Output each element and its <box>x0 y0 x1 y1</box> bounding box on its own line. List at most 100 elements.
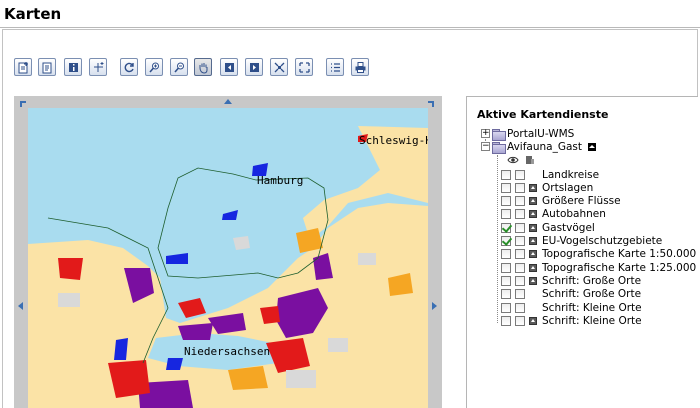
info-icon <box>68 62 78 72</box>
forward-button[interactable] <box>245 58 263 76</box>
move-up-icon[interactable] <box>529 263 537 272</box>
pan-east-arrow[interactable] <box>432 302 437 310</box>
layer-row: Schrift: Kleine Orte <box>501 314 642 327</box>
move-up-icon[interactable] <box>529 183 537 192</box>
move-up-icon[interactable] <box>587 142 596 151</box>
layer-label: Topografische Karte 1:50.000 <box>542 248 697 261</box>
arrow-right-icon <box>249 62 259 72</box>
eye-icon <box>507 156 519 163</box>
zoom-extent-button[interactable] <box>295 58 313 76</box>
layer-query-checkbox[interactable] <box>515 262 525 273</box>
layer-query-checkbox[interactable] <box>515 275 525 286</box>
layer-query-checkbox[interactable] <box>515 289 525 300</box>
pan-west-arrow[interactable] <box>18 302 23 310</box>
service-label: Avifauna_Gast <box>507 140 582 153</box>
layer-query-checkbox[interactable] <box>515 222 525 233</box>
zoom-full-button[interactable] <box>270 58 288 76</box>
layer-row: Landkreise <box>501 168 599 181</box>
expand-arrows-icon <box>298 61 310 73</box>
layer-query-checkbox[interactable] <box>515 249 525 260</box>
printer-icon <box>355 61 365 73</box>
layer-row: Schrift: Große Orte <box>501 288 641 301</box>
layer-query-checkbox[interactable] <box>515 196 525 207</box>
service-item-portalu[interactable]: + PortalU-WMS <box>481 127 575 141</box>
layer-row: Autobahnen <box>501 208 606 221</box>
move-up-icon[interactable] <box>529 237 537 245</box>
layer-visible-checkbox[interactable] <box>501 182 511 193</box>
layer-query-checkbox[interactable] <box>515 169 525 180</box>
layer-visible-checkbox[interactable] <box>501 315 511 326</box>
print-button[interactable] <box>351 58 369 76</box>
edit-service-button[interactable] <box>38 58 56 76</box>
layer-label: EU-Vogelschutzgebiete <box>542 235 663 247</box>
folder-open-icon <box>492 141 506 154</box>
layer-label: Topografische Karte 1:25.000 <box>542 261 697 274</box>
layer-label: Schrift: Kleine Orte <box>542 314 642 327</box>
info-button[interactable] <box>64 58 82 76</box>
edit-document-icon <box>42 62 51 73</box>
map-viewer[interactable]: Schleswig-H Hamburg Niedersachsen <box>14 96 442 408</box>
layer-label: Autobahnen <box>542 208 606 221</box>
service-item-avifauna[interactable]: − Avifauna_Gast <box>481 140 596 154</box>
back-button[interactable] <box>220 58 238 76</box>
refresh-button[interactable] <box>120 58 138 76</box>
layer-row: Topografische Karte 1:50.000 <box>501 248 696 261</box>
title-divider <box>0 27 700 28</box>
layer-visible-checkbox[interactable] <box>501 236 511 246</box>
layer-visible-checkbox[interactable] <box>501 302 511 313</box>
move-up-icon[interactable] <box>529 276 537 285</box>
layer-label: Landkreise <box>542 168 600 181</box>
map-label-schleswig: Schleswig-H <box>359 134 428 147</box>
crosshair-plus-icon <box>93 61 103 72</box>
layer-label: Schrift: Große Orte <box>542 288 642 301</box>
layer-row: Ortslagen <box>501 181 593 194</box>
layer-query-checkbox[interactable] <box>515 302 525 313</box>
layer-visible-checkbox[interactable] <box>501 196 511 207</box>
page-title: Karten <box>4 5 62 23</box>
zoom-in-icon <box>148 62 159 73</box>
add-service-button[interactable] <box>14 58 32 76</box>
move-up-icon[interactable] <box>529 250 537 259</box>
expand-icon[interactable]: + <box>481 129 490 138</box>
map-label-niedersachsen: Niedersachsen <box>184 345 270 358</box>
move-up-icon[interactable] <box>529 316 537 325</box>
arrow-left-icon <box>224 62 234 72</box>
layer-query-checkbox[interactable] <box>515 209 525 220</box>
pan-northeast-corner[interactable] <box>428 101 434 107</box>
move-up-icon[interactable] <box>529 197 537 206</box>
layer-query-checkbox[interactable] <box>515 236 525 246</box>
zoom-in-button[interactable] <box>145 58 163 76</box>
query-icon <box>526 155 534 164</box>
list-icon <box>330 62 340 72</box>
zoom-out-icon <box>173 62 184 73</box>
layer-visible-checkbox[interactable] <box>501 209 511 220</box>
pan-north-arrow[interactable] <box>224 99 232 104</box>
map-label-hamburg: Hamburg <box>257 174 303 187</box>
layer-row: EU-Vogelschutzgebiete <box>501 235 662 248</box>
collapse-icon[interactable]: − <box>481 142 490 151</box>
folder-icon <box>492 128 506 141</box>
move-up-icon[interactable] <box>529 210 537 219</box>
layer-row: Gastvögel <box>501 221 595 234</box>
layer-query-checkbox[interactable] <box>515 182 525 193</box>
move-up-icon[interactable] <box>529 223 537 232</box>
service-label: PortalU-WMS <box>507 127 575 140</box>
add-point-button[interactable] <box>89 58 107 76</box>
layer-visible-checkbox[interactable] <box>501 169 511 180</box>
map-image: Schleswig-H Hamburg Niedersachsen <box>28 108 428 408</box>
layer-visible-checkbox[interactable] <box>501 275 511 286</box>
pan-northwest-corner[interactable] <box>20 101 26 107</box>
services-panel: Aktive Kartendienste + PortalU-WMS − Avi… <box>466 96 698 408</box>
layer-visible-checkbox[interactable] <box>501 222 511 233</box>
pan-button[interactable] <box>194 58 212 76</box>
layer-visible-checkbox[interactable] <box>501 262 511 273</box>
layer-row: Schrift: Große Orte <box>501 274 641 287</box>
legend-button[interactable] <box>326 58 344 76</box>
layer-row: Schrift: Kleine Orte <box>501 301 642 314</box>
layer-column-header <box>507 153 535 166</box>
layer-visible-checkbox[interactable] <box>501 289 511 300</box>
refresh-icon <box>124 62 134 72</box>
zoom-out-button[interactable] <box>170 58 188 76</box>
layer-visible-checkbox[interactable] <box>501 249 511 260</box>
layer-query-checkbox[interactable] <box>515 315 525 326</box>
